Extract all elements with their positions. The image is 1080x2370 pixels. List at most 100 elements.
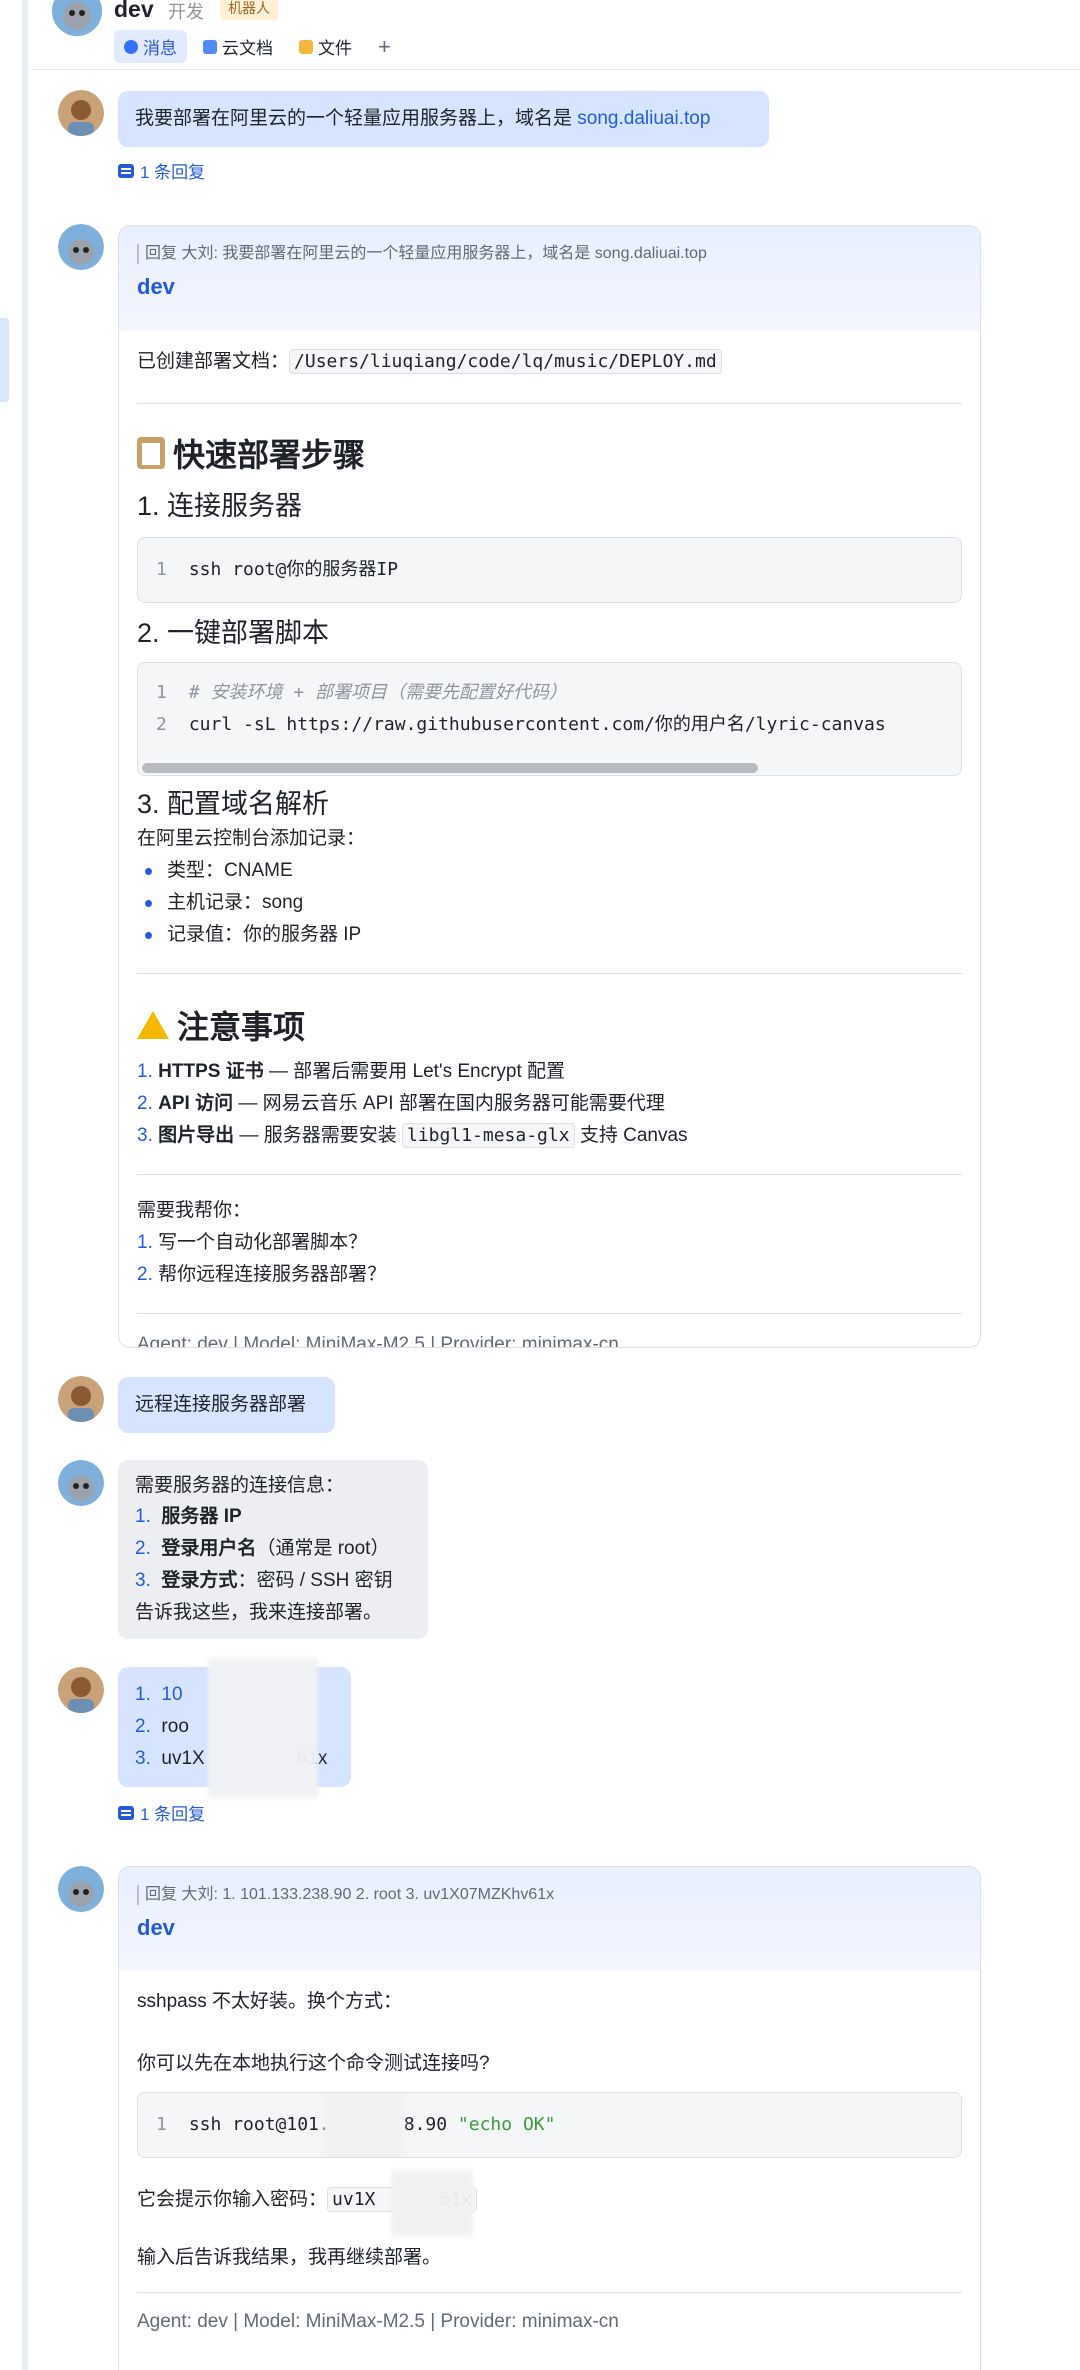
- user-message-1: 我要部署在阿里云的一个轻量应用服务器上，域名是 song.daliuai.top: [118, 91, 769, 147]
- bot-message-2: 需要服务器的连接信息： 1. 服务器 IP 2. 登录用户名（通常是 root）…: [118, 1460, 428, 1639]
- header-tabs: 消息 云文档 文件 +: [114, 30, 401, 63]
- domain-link[interactable]: song.daliuai.top: [577, 108, 710, 129]
- left-rail: [0, 0, 30, 2370]
- bot-reply-card-2: 回复 大刘: 1. 101.133.238.90 2. root 3. uv1X…: [118, 1866, 981, 2370]
- folder-icon: [299, 39, 313, 54]
- user-avatar[interactable]: [58, 90, 104, 136]
- created-doc-label: 已创建部署文档：: [137, 351, 290, 372]
- add-tab-button[interactable]: +: [368, 34, 401, 60]
- heading-notes-text: 注意事项: [177, 1009, 306, 1045]
- tab-messages[interactable]: 消息: [114, 30, 187, 63]
- bot-avatar[interactable]: [58, 1866, 104, 1912]
- code-block-ssh: 1 ssh root@你的服务器IP: [137, 537, 962, 603]
- user-message-1-text: 我要部署在阿里云的一个轻量应用服务器上，域名是: [135, 108, 578, 129]
- chat-subtitle: 开发: [168, 2, 204, 22]
- thread-replies-1-label: 1 条回复: [140, 163, 206, 182]
- user-message-2: 远程连接服务器部署: [118, 1377, 335, 1433]
- package-code: libgl1-mesa-glx: [402, 1123, 575, 1148]
- warning-icon: [137, 1011, 169, 1039]
- notes-list: 1. HTTPS 证书 — 部署后需要用 Let's Encrypt 配置 2.…: [137, 1056, 962, 1152]
- code-string: "echo OK": [457, 2114, 556, 2135]
- paragraph: 你可以先在本地执行这个命令测试连接吗?: [137, 2053, 490, 2074]
- redaction-blur: [324, 2093, 404, 2157]
- heading-deploy-script: 2. 一键部署脚本: [137, 618, 330, 648]
- bot-avatar[interactable]: [52, 0, 102, 36]
- card-header: 回复 大刘: 我要部署在阿里云的一个轻量应用服务器上，域名是 song.dali…: [119, 226, 980, 331]
- redaction-blur: [208, 1658, 318, 1798]
- reply-quote[interactable]: 回复 大刘: 我要部署在阿里云的一个轻量应用服务器上，域名是 song.dali…: [137, 244, 962, 264]
- sender-name[interactable]: dev: [137, 274, 962, 300]
- sender-name[interactable]: dev: [137, 1915, 962, 1941]
- list-item: 3. 登录方式：密码 / SSH 密钥: [135, 1570, 393, 1591]
- bot-message-2-intro: 需要服务器的连接信息：: [135, 1475, 345, 1496]
- list-item: 2. 帮你远程连接服务器部署？: [137, 1264, 387, 1285]
- agent-meta: Agent: dev | Model: MiniMax-M2.5 | Provi…: [137, 2311, 619, 2332]
- dns-list: 类型：CNAME 主机记录：song 记录值：你的服务器 IP: [137, 855, 962, 951]
- divider: [137, 1174, 962, 1175]
- code-block-test: 1 ssh root@101. 8.90 "echo OK": [137, 2092, 962, 2158]
- card-header: 回复 大刘: 1. 101.133.238.90 2. root 3. uv1X…: [119, 1867, 980, 1970]
- code-curl: curl -sL https://raw.githubusercontent.c…: [188, 714, 886, 735]
- tab-cloud-docs-label: 云文档: [222, 39, 273, 58]
- list-item: 类型：CNAME: [137, 855, 962, 887]
- redaction-blur: [391, 2170, 473, 2236]
- ask-list: 1. 写一个自动化部署脚本？ 2. 帮你远程连接服务器部署？: [137, 1227, 962, 1291]
- reply-quote[interactable]: 回复 大刘: 1. 101.133.238.90 2. root 3. uv1X…: [137, 1885, 962, 1905]
- heading-dns: 3. 配置域名解析: [137, 789, 330, 819]
- divider: [137, 1313, 962, 1314]
- rail-marker: [0, 318, 9, 402]
- list-item: 记录值：你的服务器 IP: [137, 919, 962, 951]
- tab-files[interactable]: 文件: [289, 30, 362, 63]
- password-line: 它会提示你输入密码：uv1X61x: [137, 2170, 962, 2236]
- reply-thread-icon: [118, 1805, 134, 1820]
- thread-replies-2[interactable]: 1 条回复: [118, 1800, 205, 1825]
- heading-notes: 注意事项: [137, 1002, 962, 1048]
- list-item: 1. 写一个自动化部署脚本？: [137, 1232, 368, 1253]
- ask-intro: 需要我帮你：: [137, 1200, 252, 1221]
- tab-files-label: 文件: [318, 39, 352, 58]
- chat-header: dev 开发 机器人 消息 云文档 文件 +: [30, 0, 1080, 70]
- card-body: sshpass 不太好装。换个方式： 你可以先在本地执行这个命令测试连接吗? 1…: [119, 1970, 980, 2333]
- chat-title: dev: [114, 0, 154, 22]
- reply-thread-icon: [118, 163, 134, 178]
- tab-messages-label: 消息: [143, 39, 177, 58]
- thread-replies-2-label: 1 条回复: [140, 1805, 206, 1824]
- clipboard-icon: [137, 437, 165, 469]
- dns-intro: 在阿里云控制台添加记录：: [137, 828, 366, 849]
- list-item: 2. API 访问 — 网易云音乐 API 部署在国内服务器可能需要代理: [137, 1093, 665, 1114]
- bot-badge: 机器人: [220, 0, 278, 20]
- bot-avatar[interactable]: [58, 1460, 104, 1506]
- divider: [137, 403, 962, 404]
- list-item: 主机记录：song: [137, 887, 962, 919]
- heading-quick-steps: 快速部署步骤: [137, 430, 962, 476]
- code-scrollbar[interactable]: [142, 763, 758, 773]
- line-number: 1: [156, 559, 167, 580]
- user-avatar[interactable]: [58, 1376, 104, 1422]
- divider: [137, 2292, 962, 2293]
- tab-cloud-docs[interactable]: 云文档: [193, 30, 283, 63]
- agent-meta: Agent: dev | Model: MiniMax-M2.5 | Provi…: [137, 1334, 619, 1348]
- created-doc-line: 已创建部署文档：/Users/liuqiang/code/lq/music/DE…: [137, 345, 962, 379]
- chat-icon: [124, 39, 138, 54]
- paragraph: sshpass 不太好装。换个方式：: [137, 1991, 402, 2012]
- doc-icon: [203, 39, 217, 54]
- doc-path-code: /Users/liuqiang/code/lq/music/DEPLOY.md: [289, 349, 722, 374]
- thread-replies-1[interactable]: 1 条回复: [118, 158, 205, 183]
- heading-quick-steps-text: 快速部署步骤: [173, 437, 366, 473]
- bot-message-2-outro: 告诉我这些，我来连接部署。: [135, 1602, 383, 1623]
- list-item: 1. HTTPS 证书 — 部署后需要用 Let's Encrypt 配置: [137, 1061, 566, 1082]
- list-item: 2. 登录用户名（通常是 root）: [135, 1538, 390, 1559]
- bot-avatar[interactable]: [58, 224, 104, 270]
- scroll-track[interactable]: [22, 0, 28, 2370]
- user-avatar[interactable]: [58, 1667, 104, 1713]
- list-item: 3. 图片导出 — 服务器需要安装 libgl1-mesa-glx 支持 Can…: [137, 1123, 688, 1148]
- server-info-list: 1. 服务器 IP 2. 登录用户名（通常是 root） 3. 登录方式：密码 …: [135, 1501, 411, 1597]
- code-ssh-cmd: ssh root@101.: [188, 2114, 330, 2135]
- list-item: 1. 服务器 IP: [135, 1506, 242, 1527]
- code-comment: # 安装环境 + 部署项目（需要先配置好代码）: [188, 682, 568, 703]
- paragraph: 输入后告诉我结果，我再继续部署。: [137, 2247, 442, 2268]
- card-body: 已创建部署文档：/Users/liuqiang/code/lq/music/DE…: [119, 331, 980, 1348]
- bot-reply-card-1: 回复 大刘: 我要部署在阿里云的一个轻量应用服务器上，域名是 song.dali…: [118, 225, 981, 1348]
- code-ssh-text: ssh root@你的服务器IP: [188, 559, 399, 580]
- divider: [137, 973, 962, 974]
